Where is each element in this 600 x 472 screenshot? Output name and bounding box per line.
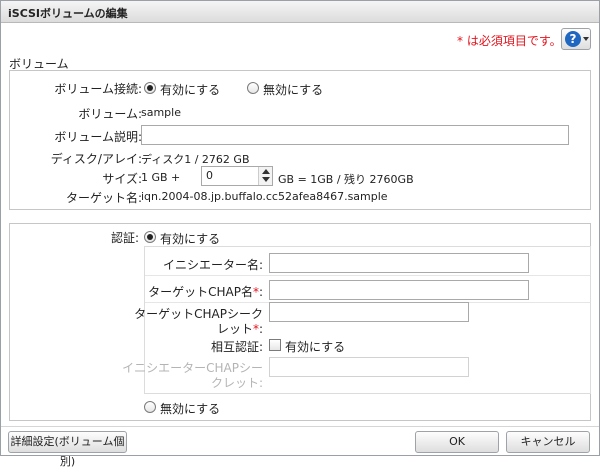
advanced-settings-button[interactable]: 詳細設定(ボリューム個別) bbox=[8, 431, 127, 468]
chevron-down-icon[interactable] bbox=[262, 177, 270, 182]
size-stepper[interactable]: 0 bbox=[201, 166, 273, 186]
initiator-chap-secret-input[interactable] bbox=[269, 357, 469, 377]
auth-enable-radio[interactable] bbox=[144, 231, 156, 243]
window-title: iSCSIボリュームの編集 bbox=[8, 7, 128, 20]
initiator-name-label: イニシエーター名: bbox=[162, 258, 263, 272]
chevron-down-icon bbox=[583, 37, 589, 41]
label-colon: : bbox=[258, 322, 263, 336]
connection-disable-label[interactable]: 無効にする bbox=[263, 81, 323, 98]
initiator-name-input[interactable] bbox=[269, 253, 529, 273]
chevron-up-icon[interactable] bbox=[262, 169, 270, 174]
target-chap-name-text: ターゲットCHAP名 bbox=[148, 285, 253, 299]
size-suffix: GB = 1GB / 残り 2760GB bbox=[278, 173, 414, 186]
volume-name-label: ボリューム: bbox=[78, 107, 142, 121]
ok-button[interactable]: OK bbox=[415, 431, 499, 453]
size-prefix: 1 GB + bbox=[141, 171, 181, 184]
question-circle-icon: ? bbox=[565, 31, 581, 47]
volume-name-value: sample bbox=[141, 106, 181, 119]
stepper-arrows[interactable] bbox=[258, 167, 272, 185]
mutual-auth-checkbox-label[interactable]: 有効にする bbox=[285, 338, 345, 355]
initiator-chap-secret-label-line2: クレット: bbox=[210, 376, 263, 390]
auth-enable-label[interactable]: 有効にする bbox=[160, 230, 220, 247]
auth-disable-radio[interactable] bbox=[144, 401, 156, 413]
disk-array-value: ディスク1 / 2762 GB bbox=[141, 153, 250, 166]
mutual-auth-label: 相互認証: bbox=[210, 340, 263, 354]
edit-iscsi-volume-dialog: iSCSIボリュームの編集 * は必須項目です。 ? ボリューム ボリューム接続… bbox=[0, 0, 600, 468]
target-chap-secret-input[interactable] bbox=[269, 302, 469, 322]
footer-divider bbox=[1, 426, 599, 427]
help-button[interactable]: ? bbox=[561, 28, 591, 50]
target-name-value: iqn.2004-08.jp.buffalo.cc52afea8467.samp… bbox=[141, 190, 388, 203]
disk-array-label: ディスク/アレイ: bbox=[50, 152, 142, 166]
connection-enable-radio[interactable] bbox=[144, 82, 156, 94]
target-chap-name-label: ターゲットCHAP名*: bbox=[148, 283, 263, 300]
volume-description-input[interactable] bbox=[141, 125, 569, 145]
volume-description-label: ボリューム説明: bbox=[54, 130, 142, 144]
auth-label: 認証: bbox=[110, 231, 139, 245]
target-name-label: ターゲット名: bbox=[65, 191, 142, 205]
connection-enable-label[interactable]: 有効にする bbox=[160, 81, 220, 98]
target-chap-name-input[interactable] bbox=[269, 280, 529, 300]
target-chap-secret-label-line2: レット*: bbox=[217, 320, 263, 337]
size-label: サイズ: bbox=[102, 172, 142, 186]
mutual-auth-checkbox[interactable] bbox=[269, 339, 281, 351]
title-bar: iSCSIボリュームの編集 bbox=[1, 1, 599, 23]
label-colon: : bbox=[258, 285, 263, 299]
required-fields-note: * は必須項目です。 bbox=[457, 34, 562, 48]
auth-disable-label[interactable]: 無効にする bbox=[160, 400, 220, 417]
target-chap-secret-text: レット bbox=[216, 322, 253, 336]
connection-disable-radio[interactable] bbox=[247, 82, 259, 94]
size-value: 0 bbox=[206, 169, 213, 182]
volume-fieldset: ボリューム接続: 有効にする 無効にする ボリューム: sample ボリューム… bbox=[9, 70, 591, 210]
volume-connection-label: ボリューム接続: bbox=[54, 82, 142, 96]
cancel-button[interactable]: キャンセル bbox=[506, 431, 590, 453]
